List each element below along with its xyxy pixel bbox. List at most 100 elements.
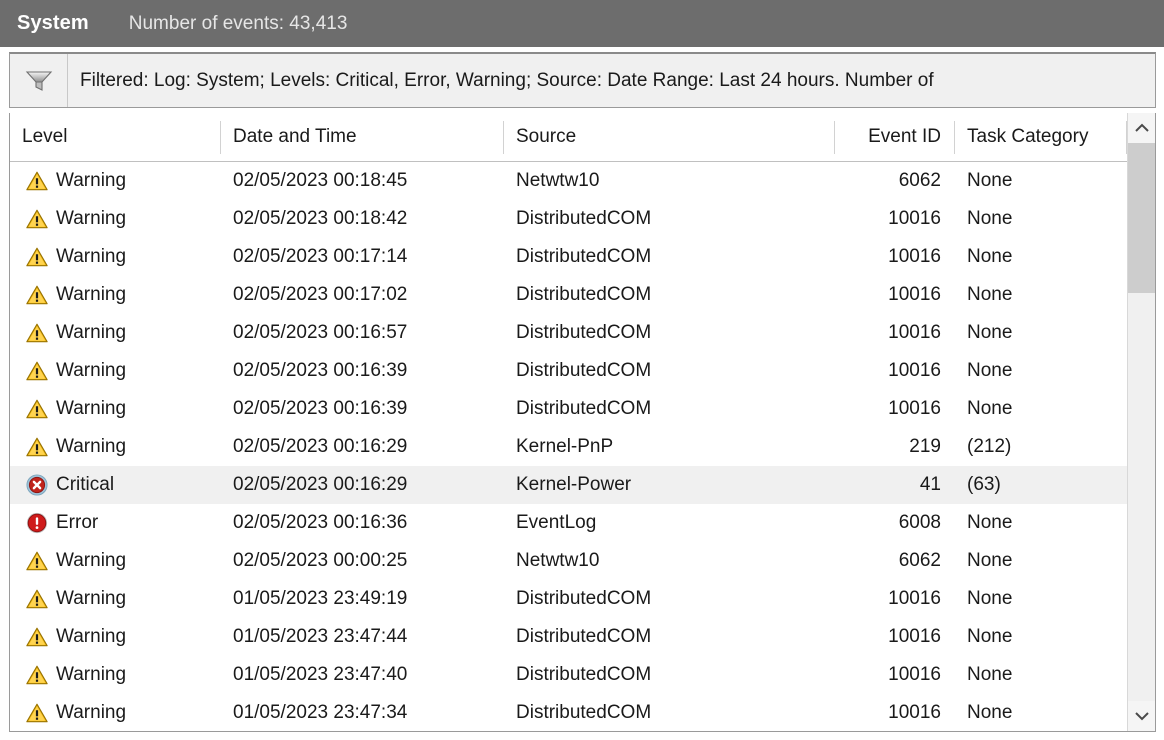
event-row[interactable]: Critical 02/05/2023 00:16:29 Kernel-Power 4… — [10, 466, 1127, 504]
cell-source: EventLog — [516, 512, 597, 533]
chevron-down-icon — [1134, 712, 1149, 721]
cell-event-id: 10016 — [888, 626, 941, 647]
cell-date-time: 02/05/2023 00:16:39 — [233, 398, 408, 419]
level-label: Warning — [56, 246, 127, 267]
cell-level: Warning — [10, 390, 221, 428]
level-label: Warning — [56, 664, 127, 685]
cell-source: DistributedCOM — [516, 702, 652, 723]
cell-task-category: None — [967, 322, 1013, 343]
event-row[interactable]: Warning 02/05/2023 00:16:29 Kernel-PnP 219 (… — [10, 428, 1127, 466]
column-header-event-id[interactable]: Event ID — [835, 113, 955, 161]
cell-level: Warning — [10, 314, 221, 352]
warning-icon — [26, 627, 48, 647]
warning-icon — [26, 551, 48, 571]
warning-icon — [26, 589, 48, 609]
level-label: Warning — [56, 626, 127, 647]
column-header-source[interactable]: Source — [504, 113, 835, 161]
scroll-up-button[interactable] — [1128, 113, 1155, 143]
level-label: Warning — [56, 208, 127, 229]
warning-icon — [26, 323, 48, 343]
cell-event-id: 10016 — [888, 208, 941, 229]
log-title-bar: System Number of events: 43,413 — [0, 0, 1164, 47]
warning-icon — [26, 437, 48, 457]
event-row[interactable]: Error 02/05/2023 00:16:36 EventLog 6008 None — [10, 504, 1127, 542]
event-row[interactable]: Warning 02/05/2023 00:00:25 Netwtw10 6062 No… — [10, 542, 1127, 580]
event-row[interactable]: Warning 02/05/2023 00:17:02 DistributedCOM… — [10, 276, 1127, 314]
log-name: System — [17, 12, 89, 34]
cell-level: Warning — [10, 656, 221, 694]
filter-description: Filtered: Log: System; Levels: Critical,… — [80, 69, 934, 91]
cell-source: DistributedCOM — [516, 284, 652, 305]
warning-icon — [26, 361, 48, 381]
cell-task-category: None — [967, 512, 1013, 533]
cell-date-time: 02/05/2023 00:16:29 — [233, 474, 408, 495]
cell-date-time: 02/05/2023 00:16:36 — [233, 512, 408, 533]
cell-task-category: None — [967, 284, 1013, 305]
cell-date-time: 02/05/2023 00:18:42 — [233, 208, 408, 229]
cell-date-time: 01/05/2023 23:47:40 — [233, 664, 408, 685]
cell-task-category: None — [967, 550, 1013, 571]
cell-level: Warning — [10, 694, 221, 731]
level-label: Critical — [56, 474, 115, 495]
cell-source: DistributedCOM — [516, 360, 652, 381]
error-icon — [26, 512, 48, 534]
cell-task-category: None — [967, 588, 1013, 609]
level-label: Warning — [56, 436, 127, 457]
cell-task-category: (63) — [967, 474, 1001, 495]
scrollbar-track[interactable] — [1128, 143, 1155, 701]
level-label: Warning — [56, 322, 127, 343]
cell-task-category: None — [967, 208, 1013, 229]
cell-event-id: 10016 — [888, 664, 941, 685]
cell-level: Warning — [10, 200, 221, 238]
filter-icon-cell — [10, 54, 68, 107]
cell-source: DistributedCOM — [516, 664, 652, 685]
cell-level: Warning — [10, 580, 221, 618]
event-row[interactable]: Warning 01/05/2023 23:47:34 DistributedCOM… — [10, 694, 1127, 731]
event-row[interactable]: Warning 02/05/2023 00:17:14 DistributedCOM… — [10, 238, 1127, 276]
event-row[interactable]: Warning 01/05/2023 23:47:44 DistributedCOM… — [10, 618, 1127, 656]
event-row[interactable]: Warning 02/05/2023 00:18:45 Netwtw10 6062 No… — [10, 162, 1127, 200]
cell-event-id: 10016 — [888, 284, 941, 305]
vertical-scrollbar[interactable] — [1127, 113, 1155, 731]
cell-level: Warning — [10, 618, 221, 656]
event-row[interactable]: Warning 02/05/2023 00:16:57 DistributedCOM… — [10, 314, 1127, 352]
cell-level: Critical — [10, 466, 221, 504]
cell-source: Netwtw10 — [516, 170, 600, 191]
cell-date-time: 01/05/2023 23:47:34 — [233, 702, 408, 723]
event-row[interactable]: Warning 01/05/2023 23:47:40 DistributedCOM… — [10, 656, 1127, 694]
event-row[interactable]: Warning 02/05/2023 00:16:39 DistributedCOM… — [10, 352, 1127, 390]
cell-event-id: 10016 — [888, 702, 941, 723]
event-row[interactable]: Warning 02/05/2023 00:18:42 DistributedCOM… — [10, 200, 1127, 238]
column-header-row: Level Date and Time Source Event ID Task… — [10, 113, 1155, 162]
event-row[interactable]: Warning 01/05/2023 23:49:19 DistributedCOM… — [10, 580, 1127, 618]
cell-level: Warning — [10, 352, 221, 390]
warning-icon — [26, 171, 48, 191]
cell-date-time: 01/05/2023 23:49:19 — [233, 588, 408, 609]
cell-level: Warning — [10, 428, 221, 466]
cell-event-id: 6062 — [898, 550, 941, 571]
cell-source: DistributedCOM — [516, 588, 652, 609]
scrollbar-thumb[interactable] — [1128, 143, 1155, 293]
cell-level: Error — [10, 504, 221, 542]
filter-bar[interactable]: Filtered: Log: System; Levels: Critical,… — [9, 52, 1156, 108]
scroll-down-button[interactable] — [1128, 701, 1155, 731]
warning-icon — [26, 399, 48, 419]
cell-date-time: 02/05/2023 00:16:29 — [233, 436, 408, 457]
column-header-level[interactable]: Level — [10, 113, 221, 161]
column-header-task[interactable]: Task Category — [955, 113, 1127, 161]
cell-date-time: 02/05/2023 00:17:14 — [233, 246, 408, 267]
cell-source: DistributedCOM — [516, 322, 652, 343]
cell-date-time: 02/05/2023 00:18:45 — [233, 170, 408, 191]
event-row[interactable]: Warning 02/05/2023 00:16:39 DistributedCOM… — [10, 390, 1127, 428]
cell-level: Warning — [10, 162, 221, 200]
cell-date-time: 02/05/2023 00:00:25 — [233, 550, 408, 571]
column-header-date[interactable]: Date and Time — [221, 113, 504, 161]
cell-event-id: 10016 — [888, 588, 941, 609]
cell-event-id: 219 — [909, 436, 941, 457]
cell-event-id: 10016 — [888, 360, 941, 381]
cell-task-category: None — [967, 702, 1013, 723]
event-list: Level Date and Time Source Event ID Task… — [9, 113, 1156, 732]
level-label: Warning — [56, 550, 127, 571]
cell-task-category: None — [967, 246, 1013, 267]
cell-source: DistributedCOM — [516, 398, 652, 419]
